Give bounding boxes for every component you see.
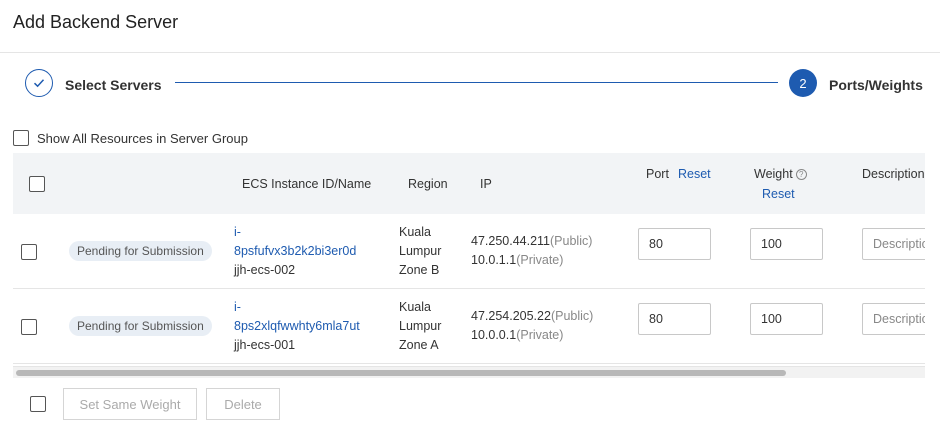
column-weight-label: Weight bbox=[754, 167, 793, 181]
delete-button[interactable]: Delete bbox=[206, 388, 280, 420]
dialog-header: Add Backend Server bbox=[0, 0, 940, 53]
region-line3: Zone B bbox=[399, 263, 440, 277]
region-line1: Kuala bbox=[399, 300, 431, 314]
step-connector bbox=[175, 82, 778, 83]
status-badge: Pending for Submission bbox=[69, 316, 212, 336]
region-line2: Lumpur bbox=[399, 244, 442, 258]
step-1-label: Select Servers bbox=[65, 77, 162, 93]
row-checkbox[interactable] bbox=[21, 244, 37, 260]
private-ip: 10.0.0.1 bbox=[471, 328, 517, 342]
ip-cell: 47.254.205.22(Public) 10.0.0.1(Private) bbox=[471, 307, 593, 345]
description-input[interactable]: Description bbox=[862, 303, 925, 335]
column-region: Region bbox=[408, 177, 448, 191]
instance-id-link[interactable]: 8ps2xlqfwwhty6mla7ut bbox=[234, 317, 360, 336]
port-reset-link[interactable]: Reset bbox=[678, 167, 711, 181]
step-2-number: 2 bbox=[789, 69, 817, 97]
stepper: Select Servers 2 Ports/Weights bbox=[0, 53, 940, 115]
backend-server-table: ECS Instance ID/Name Region IP Port Rese… bbox=[13, 153, 925, 366]
private-tag: (Private) bbox=[516, 328, 564, 342]
show-all-checkbox[interactable] bbox=[13, 130, 29, 146]
table-row: Pending for Submission i- 8psfufvx3b2k2b… bbox=[13, 214, 925, 289]
dialog-title: Add Backend Server bbox=[13, 12, 179, 32]
column-weight: Weight? bbox=[754, 167, 807, 181]
footer-select-all-checkbox[interactable] bbox=[30, 396, 46, 412]
weight-input[interactable]: 100 bbox=[750, 228, 823, 260]
scrollbar-thumb[interactable] bbox=[16, 370, 786, 376]
column-port: Port bbox=[646, 167, 669, 181]
region-line1: Kuala bbox=[399, 225, 431, 239]
column-ip: IP bbox=[480, 177, 492, 191]
instance-cell: i- 8psfufvx3b2k2bi3er0d jjh-ecs-002 bbox=[234, 223, 356, 280]
set-same-weight-button[interactable]: Set Same Weight bbox=[63, 388, 197, 420]
private-tag: (Private) bbox=[516, 253, 564, 267]
private-ip: 10.0.1.1 bbox=[471, 253, 517, 267]
column-description: Description bbox=[862, 167, 925, 181]
public-ip: 47.250.44.211 bbox=[471, 234, 551, 248]
description-input[interactable]: Description bbox=[862, 228, 925, 260]
check-icon bbox=[33, 79, 45, 88]
table-row: Pending for Submission i- 8ps2xlqfwwhty6… bbox=[13, 289, 925, 364]
public-tag: (Public) bbox=[550, 309, 594, 323]
instance-id-link[interactable]: 8psfufvx3b2k2bi3er0d bbox=[234, 242, 356, 261]
table-header: ECS Instance ID/Name Region IP Port Rese… bbox=[13, 153, 925, 214]
weight-input[interactable]: 100 bbox=[750, 303, 823, 335]
show-all-resources[interactable]: Show All Resources in Server Group bbox=[13, 130, 248, 146]
step-1-complete bbox=[25, 69, 53, 97]
region-cell: Kuala Lumpur Zone A bbox=[399, 298, 441, 355]
horizontal-scrollbar[interactable] bbox=[13, 366, 925, 378]
public-ip: 47.254.205.22 bbox=[471, 309, 551, 323]
column-instance: ECS Instance ID/Name bbox=[242, 177, 372, 191]
instance-id-line1[interactable]: i- bbox=[234, 298, 360, 317]
instance-name: jjh-ecs-002 bbox=[234, 263, 296, 277]
region-line2: Lumpur bbox=[399, 319, 442, 333]
instance-id-line1[interactable]: i- bbox=[234, 223, 356, 242]
show-all-label: Show All Resources in Server Group bbox=[37, 130, 248, 146]
step-2-label: Ports/Weights bbox=[829, 77, 923, 93]
region-line3: Zone A bbox=[399, 338, 439, 352]
weight-reset-link[interactable]: Reset bbox=[762, 187, 795, 201]
help-circle-icon[interactable]: ? bbox=[795, 169, 807, 181]
port-input[interactable]: 80 bbox=[638, 228, 711, 260]
port-input[interactable]: 80 bbox=[638, 303, 711, 335]
ip-cell: 47.250.44.211(Public) 10.0.1.1(Private) bbox=[471, 232, 592, 270]
region-cell: Kuala Lumpur Zone B bbox=[399, 223, 441, 280]
instance-cell: i- 8ps2xlqfwwhty6mla7ut jjh-ecs-001 bbox=[234, 298, 360, 355]
row-checkbox[interactable] bbox=[21, 319, 37, 335]
public-tag: (Public) bbox=[550, 234, 593, 248]
status-badge: Pending for Submission bbox=[69, 241, 212, 261]
select-all-checkbox[interactable] bbox=[29, 176, 45, 192]
instance-name: jjh-ecs-001 bbox=[234, 338, 296, 352]
